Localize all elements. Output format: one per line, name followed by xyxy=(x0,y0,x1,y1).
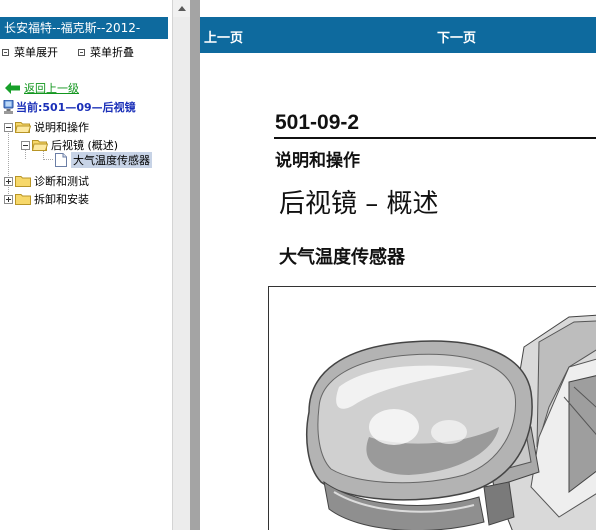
sidebar-scrollbar[interactable] xyxy=(172,0,190,530)
back-arrow-icon xyxy=(5,82,20,94)
side-mirror-drawing xyxy=(306,314,596,530)
next-page-button[interactable]: 下一页 xyxy=(437,27,476,46)
tree-item-diagnosis[interactable]: 诊断和测试 xyxy=(4,173,89,189)
expand-node-icon[interactable] xyxy=(4,194,13,204)
folder-open-icon xyxy=(32,140,48,151)
tree-item-label: 拆卸和安装 xyxy=(34,193,89,206)
expand-all-button[interactable]: 菜单展开 xyxy=(2,44,58,60)
tree-item-description[interactable]: 说明和操作 xyxy=(4,119,89,135)
document-icon xyxy=(55,153,67,167)
expand-icon xyxy=(2,48,9,56)
folder-icon xyxy=(15,176,31,187)
section-title: 说明和操作 xyxy=(275,151,360,171)
tree-line xyxy=(43,159,53,160)
tree-item-mirror-overview[interactable]: 后视镜 (概述) xyxy=(21,137,118,153)
expand-all-label: 菜单展开 xyxy=(14,46,58,59)
current-location: 当前:501—09—后视镜 xyxy=(3,99,136,115)
collapse-all-label: 菜单折叠 xyxy=(90,46,134,59)
tree-item-removal[interactable]: 拆卸和安装 xyxy=(4,191,89,207)
back-link-label: 返回上一级 xyxy=(24,82,79,95)
expand-node-icon[interactable] xyxy=(4,176,13,186)
component-title: 大气温度传感器 xyxy=(279,247,405,268)
tree-item-label: 后视镜 (概述) xyxy=(51,139,119,152)
tree-item-ambient-temp-sensor[interactable]: 大气温度传感器 xyxy=(55,152,152,168)
tree-item-label: 诊断和测试 xyxy=(34,175,89,188)
mirror-illustration xyxy=(268,286,596,530)
page-title: 后视镜 – 概述 xyxy=(279,189,439,219)
document-number: 501-09-2 xyxy=(275,111,360,134)
collapse-icon xyxy=(78,48,85,56)
sidebar-title: 长安福特--福克斯--2012- xyxy=(0,17,168,39)
document-viewer: 501-09-2 说明和操作 后视镜 – 概述 大气温度传感器 xyxy=(200,53,596,530)
header-rule xyxy=(274,137,596,139)
collapse-node-icon[interactable] xyxy=(21,140,30,150)
scroll-up-icon[interactable] xyxy=(173,0,190,17)
collapse-all-button[interactable]: 菜单折叠 xyxy=(78,44,134,60)
sidebar-panel: 长安福特--福克斯--2012- 菜单展开 菜单折叠 返回上一级 当前:501—… xyxy=(0,0,172,530)
pane-splitter[interactable] xyxy=(190,0,200,530)
tree-item-label: 说明和操作 xyxy=(34,121,89,134)
navigation-bar: 上一页 下一页 xyxy=(200,17,596,53)
computer-icon xyxy=(3,100,14,114)
back-link[interactable]: 返回上一级 xyxy=(5,80,79,96)
collapse-node-icon[interactable] xyxy=(4,122,13,132)
tree-item-label: 大气温度传感器 xyxy=(71,152,152,168)
folder-icon xyxy=(15,194,31,205)
folder-open-icon xyxy=(15,122,31,133)
current-location-label: 当前:501—09—后视镜 xyxy=(16,101,136,114)
previous-page-button[interactable]: 上一页 xyxy=(204,27,243,46)
